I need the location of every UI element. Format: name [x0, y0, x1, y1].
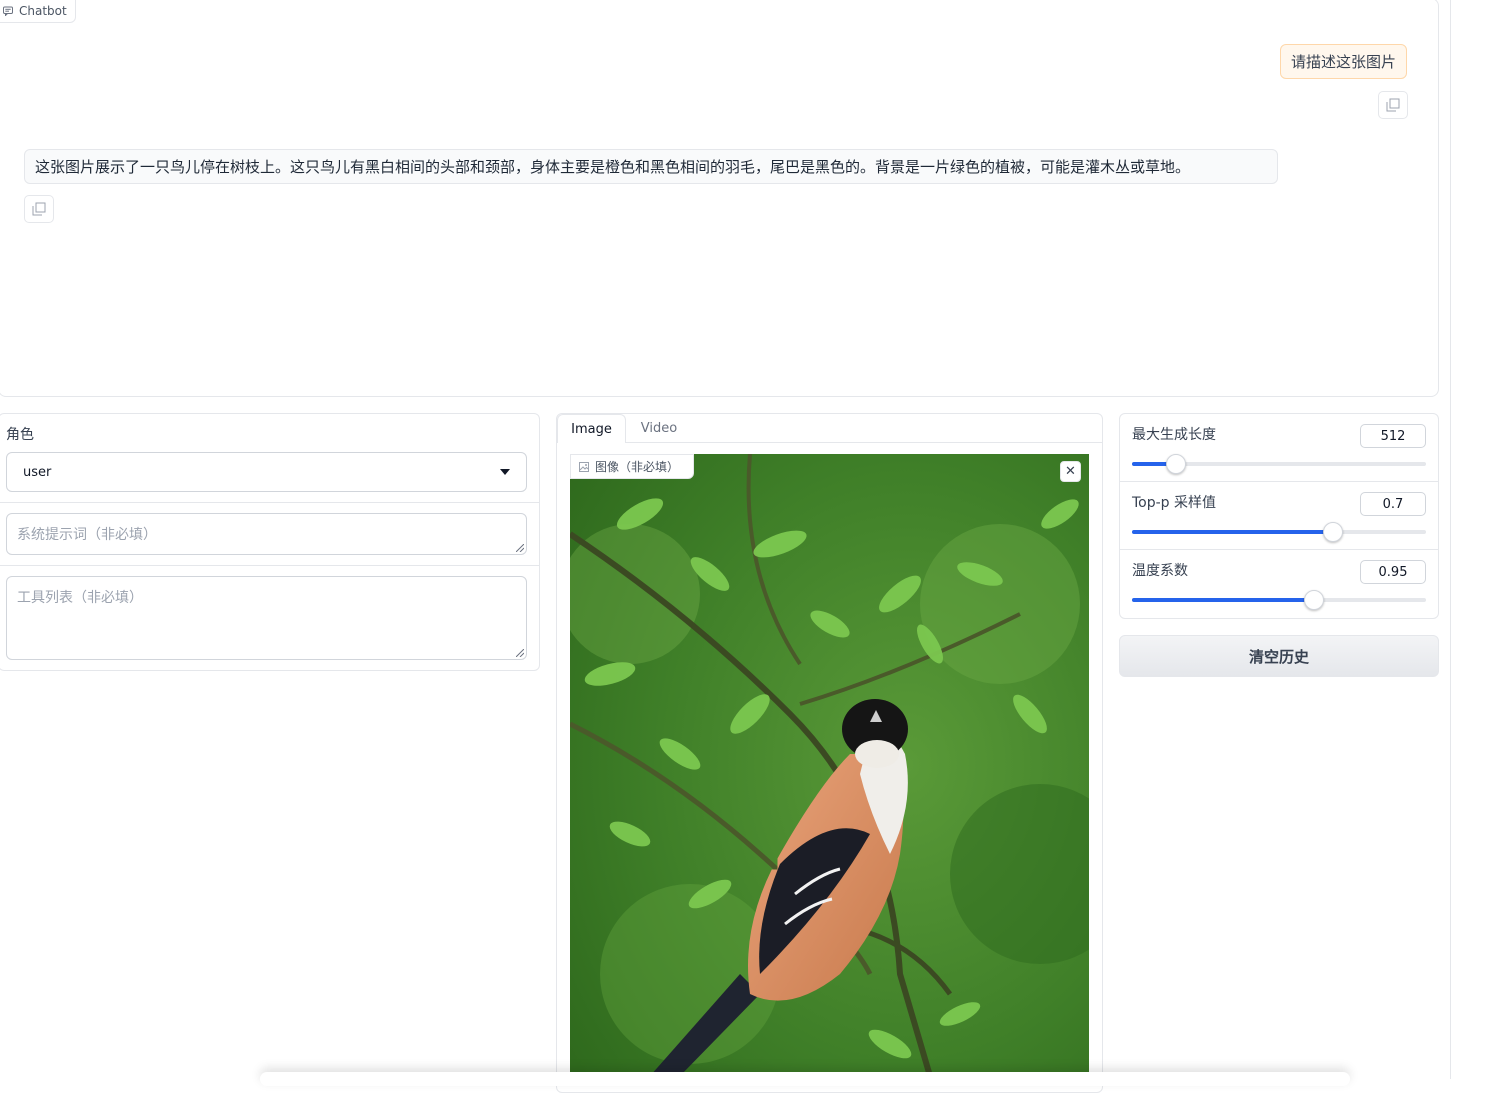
role-label: 角色 — [6, 427, 34, 443]
temperature-input[interactable]: 0.95 — [1360, 560, 1426, 584]
tab-underline — [626, 442, 1102, 443]
resize-handle-icon[interactable] — [516, 649, 524, 657]
chat-icon — [3, 6, 13, 16]
max-length-input[interactable]: 512 — [1360, 424, 1426, 448]
max-length-label: 最大生成长度 — [1132, 427, 1216, 443]
uploaded-image[interactable] — [570, 454, 1089, 1076]
temperature-slider[interactable] — [1132, 590, 1426, 610]
copy-user-message-button[interactable] — [1378, 91, 1408, 119]
role-dropdown-value: user — [23, 464, 52, 480]
tab-video[interactable]: Video — [630, 414, 688, 443]
resize-handle-icon[interactable] — [516, 544, 524, 552]
top-p-label: Top-p 采样值 — [1132, 495, 1217, 511]
chatbot-panel — [0, 0, 1439, 397]
max-length-slider[interactable] — [1132, 454, 1426, 474]
clear-history-button[interactable]: 清空历史 — [1119, 635, 1439, 677]
image-upload-label: 图像（非必填） — [570, 454, 695, 479]
system-prompt-input[interactable]: 系统提示词（非必填） — [6, 513, 527, 555]
top-p-input[interactable]: 0.7 — [1360, 492, 1426, 516]
divider — [1120, 549, 1438, 550]
temperature-label: 温度系数 — [1132, 563, 1188, 579]
assistant-message: 这张图片展示了一只鸟儿停在树枝上。这只鸟儿有黑白相间的头部和颈部，身体主要是橙色… — [24, 149, 1278, 184]
copy-icon — [32, 202, 46, 216]
max-length-slider-thumb[interactable] — [1165, 454, 1186, 474]
top-p-slider[interactable] — [1132, 522, 1426, 542]
image-upload-label-text: 图像（非必填） — [595, 460, 680, 474]
tab-image[interactable]: Image — [557, 414, 626, 443]
bird-image — [570, 454, 1089, 1076]
top-p-slider-thumb[interactable] — [1322, 522, 1343, 542]
close-icon: ✕ — [1065, 464, 1076, 479]
chatbot-label-text: Chatbot — [19, 3, 67, 18]
caret-down-icon — [500, 469, 510, 475]
system-prompt-placeholder: 系统提示词（非必填） — [17, 527, 157, 543]
chatbot-label: Chatbot — [0, 0, 76, 23]
role-dropdown[interactable]: user — [6, 452, 527, 492]
divider — [0, 502, 540, 503]
remove-image-button[interactable]: ✕ — [1060, 461, 1081, 482]
page-edge-divider — [1450, 0, 1451, 1079]
temperature-slider-fill — [1132, 598, 1314, 602]
tools-list-input[interactable]: 工具列表（非必填） — [6, 576, 527, 660]
user-message: 请描述这张图片 — [1279, 44, 1407, 79]
image-icon — [579, 461, 589, 472]
tools-list-placeholder: 工具列表（非必填） — [17, 590, 143, 606]
top-p-slider-fill — [1132, 530, 1332, 534]
copy-assistant-message-button[interactable] — [24, 195, 54, 223]
bottom-bar — [260, 1072, 1350, 1086]
divider — [1120, 481, 1438, 482]
copy-icon — [1386, 98, 1400, 112]
divider — [0, 565, 540, 566]
